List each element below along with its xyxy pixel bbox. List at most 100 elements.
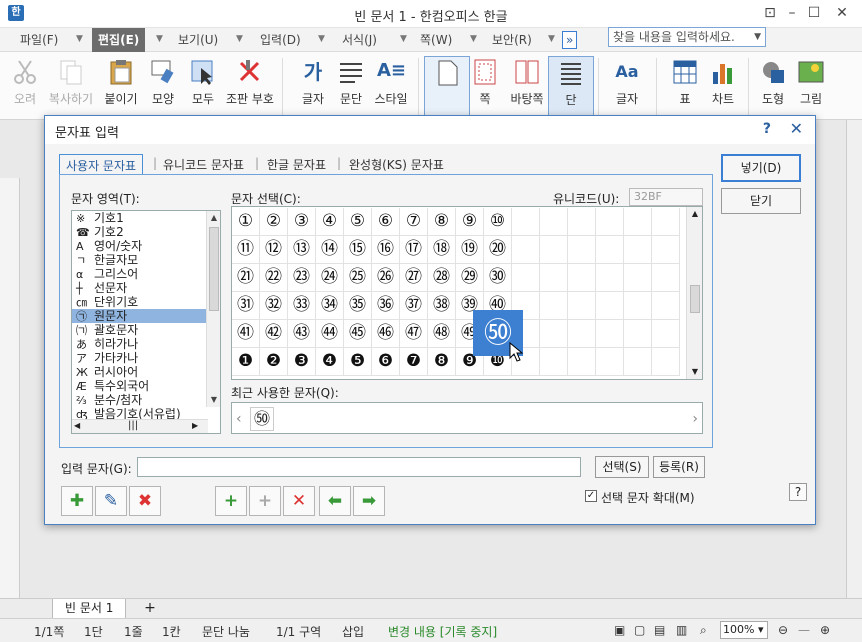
char-cell[interactable] <box>596 236 624 264</box>
menu-security[interactable]: 보안(R) <box>486 28 538 52</box>
area-item[interactable]: A 영어/숫자 <box>72 239 220 253</box>
char-cell[interactable]: ㉘ <box>428 264 456 292</box>
view-mode-icon[interactable]: ▤ <box>654 623 665 637</box>
chevron-right-icon[interactable]: › <box>692 411 698 427</box>
tab-unicode[interactable]: 유니코드 문자표 <box>163 156 244 173</box>
cut-button[interactable]: 오려 <box>2 56 48 107</box>
char-cell[interactable] <box>568 208 596 236</box>
char-cell[interactable]: ⑲ <box>456 236 484 264</box>
char-cell[interactable]: ㉛ <box>232 292 260 320</box>
menu-file[interactable]: 파일(F) <box>14 28 64 52</box>
char-cell[interactable]: ⑱ <box>428 236 456 264</box>
char-cell[interactable]: ❼ <box>400 348 428 376</box>
menu-page[interactable]: 쪽(W) <box>414 28 458 52</box>
view-mode-icon[interactable]: ▢ <box>634 623 645 637</box>
char-cell[interactable]: ⑪ <box>232 236 260 264</box>
char-cell[interactable] <box>624 264 652 292</box>
area-item[interactable]: ☎ 기호2 <box>72 225 220 239</box>
search-input[interactable]: 찾을 내용을 입력하세요. ▼ <box>608 27 766 47</box>
scroll-down-icon[interactable]: ▼ <box>687 365 702 379</box>
char-cell[interactable] <box>652 348 680 376</box>
char-cell[interactable]: ㊸ <box>288 320 316 348</box>
char-cell[interactable] <box>512 208 540 236</box>
recent-chars[interactable]: ‹ ㊿ › <box>231 402 703 434</box>
char-cell[interactable]: ⑧ <box>428 208 456 236</box>
char-cell[interactable]: ㉗ <box>400 264 428 292</box>
close-icon[interactable]: ✕ <box>790 119 803 138</box>
zoom-checkbox[interactable]: ✓ <box>585 490 597 502</box>
char-cell[interactable]: ㉞ <box>316 292 344 320</box>
close-button[interactable]: ✕ <box>828 2 856 24</box>
menu-format[interactable]: 서식(J) <box>336 28 383 52</box>
char-cell[interactable]: ㉜ <box>260 292 288 320</box>
char-cell[interactable] <box>540 264 568 292</box>
char-grid[interactable]: ①②③④⑤⑥⑦⑧⑨⑩⑪⑫⑬⑭⑮⑯⑰⑱⑲⑳㉑㉒㉓㉔㉕㉖㉗㉘㉙㉚㉛㉜㉝㉞㉟㊱㊲㊳㊴㊵… <box>231 206 703 380</box>
input-char-field[interactable] <box>137 457 581 477</box>
char-cell[interactable]: ㉔ <box>316 264 344 292</box>
char-cell[interactable]: ⑮ <box>344 236 372 264</box>
menu-edit[interactable]: 편집(E) <box>92 28 146 52</box>
char-cell[interactable]: ❺ <box>344 348 372 376</box>
char-cell[interactable] <box>652 320 680 348</box>
chevron-down-icon[interactable]: ▼ <box>400 34 407 44</box>
scroll-thumb[interactable]: ||| <box>128 420 138 431</box>
area-item[interactable]: ㄱ 한글자모 <box>72 253 220 267</box>
area-item[interactable]: α 그리스어 <box>72 267 220 281</box>
maximize-button[interactable]: ☐ <box>800 2 828 24</box>
char-cell[interactable] <box>568 348 596 376</box>
insert-button[interactable]: 넣기(D) <box>721 154 801 182</box>
add-tab-button[interactable]: + <box>140 599 160 619</box>
area-item[interactable]: ㈀ 괄호문자 <box>72 323 220 337</box>
chevron-down-icon[interactable]: ▼ <box>470 34 477 44</box>
char-cell[interactable]: ㉟ <box>344 292 372 320</box>
char-cell[interactable] <box>512 236 540 264</box>
zoom-out-icon[interactable]: ⊖ <box>778 623 788 637</box>
select-all-button[interactable]: 모두 <box>180 56 226 107</box>
area-item[interactable]: あ 히라가나 <box>72 337 220 351</box>
tab-document[interactable]: 빈 문서 1 <box>52 599 127 619</box>
char-cell[interactable]: ㉙ <box>456 264 484 292</box>
char-cell[interactable] <box>652 208 680 236</box>
char-cell[interactable] <box>624 208 652 236</box>
area-item[interactable]: ※ 기호1 <box>72 211 220 225</box>
char-grid-scrollbar[interactable]: ▲ ▼ <box>686 207 702 379</box>
master-page-button[interactable]: 바탕쪽 <box>504 56 550 107</box>
close-dialog-button[interactable]: 닫기 <box>721 188 801 214</box>
area-item[interactable]: ㎝ 단위기호 <box>72 295 220 309</box>
char-cell[interactable] <box>540 236 568 264</box>
view-mode-icon[interactable]: ▥ <box>676 623 687 637</box>
chart-button[interactable]: 차트 <box>700 56 746 107</box>
char-cell[interactable]: ⑨ <box>456 208 484 236</box>
scroll-thumb[interactable] <box>690 285 700 313</box>
scroll-up-icon[interactable]: ▲ <box>687 207 702 221</box>
area-item[interactable]: ア 가타카나 <box>72 351 220 365</box>
arrow-left-icon[interactable]: ⬅ <box>319 486 351 516</box>
zoom-slider[interactable]: — <box>798 623 810 637</box>
help-button[interactable]: ? <box>789 483 807 501</box>
chevron-left-icon[interactable]: ‹ <box>236 411 242 427</box>
edit-char-icon[interactable]: + <box>249 486 281 516</box>
char-cell[interactable]: ❷ <box>260 348 288 376</box>
char-cell[interactable]: ㊹ <box>316 320 344 348</box>
char-cell[interactable] <box>568 236 596 264</box>
area-item[interactable]: ┼ 선문자 <box>72 281 220 295</box>
char-cell[interactable] <box>652 264 680 292</box>
zoom-select[interactable]: 100% ▾ <box>720 621 768 639</box>
char-cell[interactable] <box>624 292 652 320</box>
char-cell[interactable]: ㊶ <box>232 320 260 348</box>
menu-view[interactable]: 보기(U) <box>172 28 224 52</box>
edit-group-icon[interactable]: ✎ <box>95 486 127 516</box>
paste-button[interactable]: 붙이기 <box>98 56 144 107</box>
char-cell[interactable]: ⑳ <box>484 236 512 264</box>
char-cell[interactable]: ③ <box>288 208 316 236</box>
char-cell[interactable]: ㉖ <box>372 264 400 292</box>
area-item[interactable]: ⅔ 분수/첨자 <box>72 393 220 407</box>
char-cell[interactable]: ㉚ <box>484 264 512 292</box>
char-cell[interactable]: ❸ <box>288 348 316 376</box>
delete-group-icon[interactable]: ✖ <box>129 486 161 516</box>
char-cell[interactable] <box>596 320 624 348</box>
area-list[interactable]: ※ 기호1 ☎ 기호2 A 영어/숫자 ㄱ 한글자모 α 그리스어 ┼ 선문자 ㎝ 단위기호 ㉠ 원문자 ㈀ 괄호… <box>71 210 221 434</box>
add-group-icon[interactable]: ✚ <box>61 486 93 516</box>
char-cell[interactable] <box>624 320 652 348</box>
tab-ks[interactable]: 완성형(KS) 문자표 <box>349 156 444 173</box>
